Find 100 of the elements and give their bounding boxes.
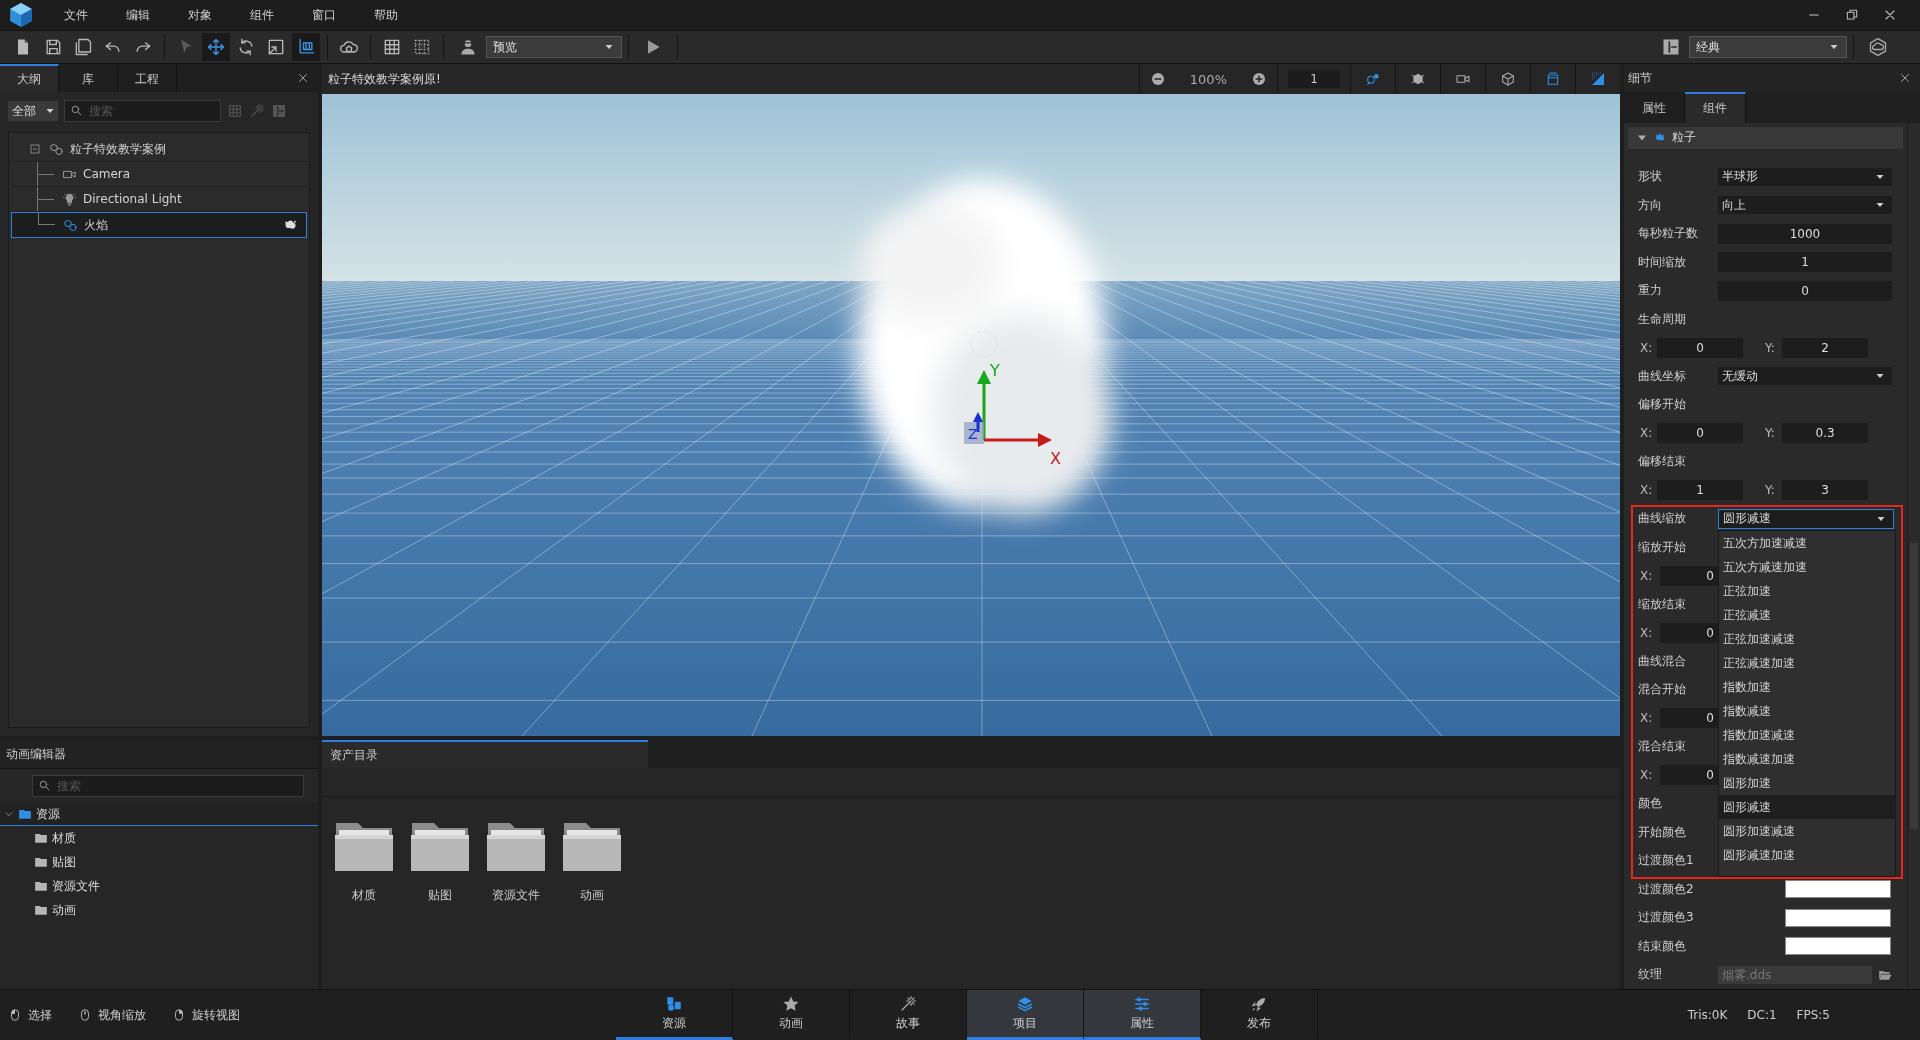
property-label: 结束颜色 [1638, 937, 1687, 955]
number-field[interactable]: 2 [1782, 337, 1868, 358]
search-icon [38, 779, 51, 792]
menu-item[interactable]: 帮助 [374, 6, 398, 24]
color-swatch[interactable] [1785, 937, 1891, 956]
menu-item[interactable]: 编辑 [126, 6, 150, 24]
folder-label: 材质 [352, 887, 376, 904]
axis-label: X: [1640, 711, 1654, 726]
tree-connector-line [37, 162, 56, 186]
property-label: 曲线缩放 [1638, 510, 1687, 528]
tree-item[interactable]: 火焰 [84, 216, 108, 234]
property-dropdown[interactable]: 向上 [1718, 196, 1892, 215]
zoom-in-icon[interactable] [1251, 71, 1267, 87]
hint-label: 视角缩放 [98, 1006, 146, 1024]
close-icon[interactable] [296, 71, 310, 85]
chevron-icon [4, 809, 14, 819]
dropdown-option[interactable]: 圆形减速加速 [1719, 842, 1895, 867]
dropdown-option[interactable]: 正弦减速加速 [1719, 650, 1895, 675]
group-icon [49, 141, 64, 157]
number-field[interactable]: 0 [1718, 280, 1892, 301]
property-dropdown[interactable]: 圆形减速 [1718, 508, 1894, 529]
nav-tab[interactable]: 发布 [1201, 990, 1318, 1040]
dropdown-option[interactable]: 五次方加速减速 [1719, 530, 1895, 555]
bug-icon[interactable] [1410, 71, 1426, 87]
property-label: 纹理 [1638, 966, 1663, 984]
hexagon-cloud-icon[interactable] [1868, 37, 1888, 57]
menu-item[interactable]: 组件 [250, 6, 274, 24]
zoom-level: 100% [1189, 71, 1227, 87]
axis-label: X: [1640, 568, 1654, 583]
axis-label: X: [1640, 768, 1654, 783]
layout-icon[interactable] [1661, 37, 1681, 57]
axis-label: X: [1640, 340, 1654, 355]
menu-item[interactable]: 对象 [188, 6, 212, 24]
snap-button[interactable] [292, 33, 320, 61]
number-field[interactable]: 0 [1657, 337, 1743, 358]
number-field[interactable]: 0 [1657, 423, 1743, 444]
tree-item[interactable]: Camera [83, 167, 131, 181]
tree-item[interactable]: 粒子特效教学案例 [70, 140, 166, 158]
axis-label: X: [1640, 483, 1654, 498]
property-label: 生命周期 [1638, 310, 1687, 328]
menu-item[interactable]: 文件 [64, 6, 88, 24]
tree-item[interactable]: Directional Light [83, 192, 182, 206]
number-field[interactable]: 0.3 [1782, 423, 1868, 444]
property-label: 时间缩放 [1638, 253, 1687, 271]
move-icon [206, 37, 226, 57]
menu-item[interactable]: 窗口 [312, 6, 336, 24]
color-swatch[interactable] [1785, 908, 1891, 927]
folder-label: 动画 [580, 887, 604, 904]
number-field[interactable]: 1 [1657, 480, 1743, 501]
layers-icon [1016, 995, 1034, 1013]
stat-readout: DC:1 [1747, 1008, 1777, 1022]
mouse-icon [8, 1007, 22, 1023]
mode-dropdown[interactable]: 预览 [486, 36, 622, 58]
frame-field[interactable]: 1 [1288, 70, 1340, 88]
star-icon [782, 995, 800, 1013]
selected-tree-row[interactable]: 资源 [0, 803, 318, 826]
dropdown-option[interactable]: 圆形减速 [1719, 794, 1895, 819]
panel-tab[interactable]: 资产目录 [322, 740, 648, 768]
axis-label: Y: [1765, 483, 1776, 498]
property-label: 颜色 [1638, 795, 1663, 813]
axis-label: Y [990, 361, 1000, 380]
triangle-icon[interactable] [1590, 71, 1606, 87]
nav-tab[interactable]: 资源 [616, 990, 733, 1040]
tree-item-label: 材质 [52, 829, 76, 847]
section-header[interactable]: 粒子 [1628, 126, 1903, 149]
wand-icon [899, 995, 917, 1013]
dropdown-option[interactable]: 指数加速 [1719, 674, 1895, 699]
property-label: 曲线混合 [1638, 652, 1687, 670]
restore-icon[interactable] [1844, 7, 1860, 23]
folder-label: 资源文件 [492, 887, 540, 904]
property-dropdown[interactable]: 无缓动 [1718, 367, 1892, 386]
tree-item-label: 贴图 [52, 853, 76, 871]
layout-dropdown[interactable]: 经典 [1689, 36, 1847, 58]
number-field[interactable]: 3 [1782, 480, 1868, 501]
nav-tab[interactable]: 动画 [733, 990, 850, 1040]
property-label: 缩放开始 [1638, 538, 1687, 556]
window-icon[interactable] [1545, 71, 1561, 87]
person-icon[interactable] [458, 37, 478, 57]
property-label: 方向 [1638, 196, 1663, 214]
collapse-icon[interactable] [29, 143, 41, 155]
panel-tab[interactable]: 组件 [1685, 92, 1746, 123]
grid-icon [382, 37, 402, 57]
move-button[interactable] [202, 33, 230, 61]
filter-dropdown[interactable]: 全部 [8, 101, 58, 121]
selected-tree-row[interactable]: 火焰 [11, 212, 307, 238]
nav-tab[interactable]: 项目 [967, 990, 1084, 1040]
dropdown-option[interactable]: 圆形加速减速 [1719, 818, 1895, 843]
panel-tab[interactable]: 大纲 [0, 64, 59, 92]
cube-icon[interactable] [1500, 71, 1516, 87]
gizmo-drawing[interactable] [964, 330, 1052, 447]
zoom-out-icon[interactable] [1149, 71, 1166, 87]
property-label: 偏移结束 [1638, 453, 1687, 471]
color-swatch[interactable] [1785, 880, 1891, 899]
number-field[interactable]: 1000 [1718, 223, 1892, 244]
property-dropdown[interactable]: 半球形 [1718, 167, 1892, 186]
property-label: 偏移开始 [1638, 396, 1687, 414]
rocket-icon [1250, 995, 1268, 1013]
number-field[interactable]: 1 [1718, 252, 1892, 273]
scale-icon [266, 37, 286, 57]
nav-tab[interactable]: 属性 [1084, 990, 1201, 1040]
